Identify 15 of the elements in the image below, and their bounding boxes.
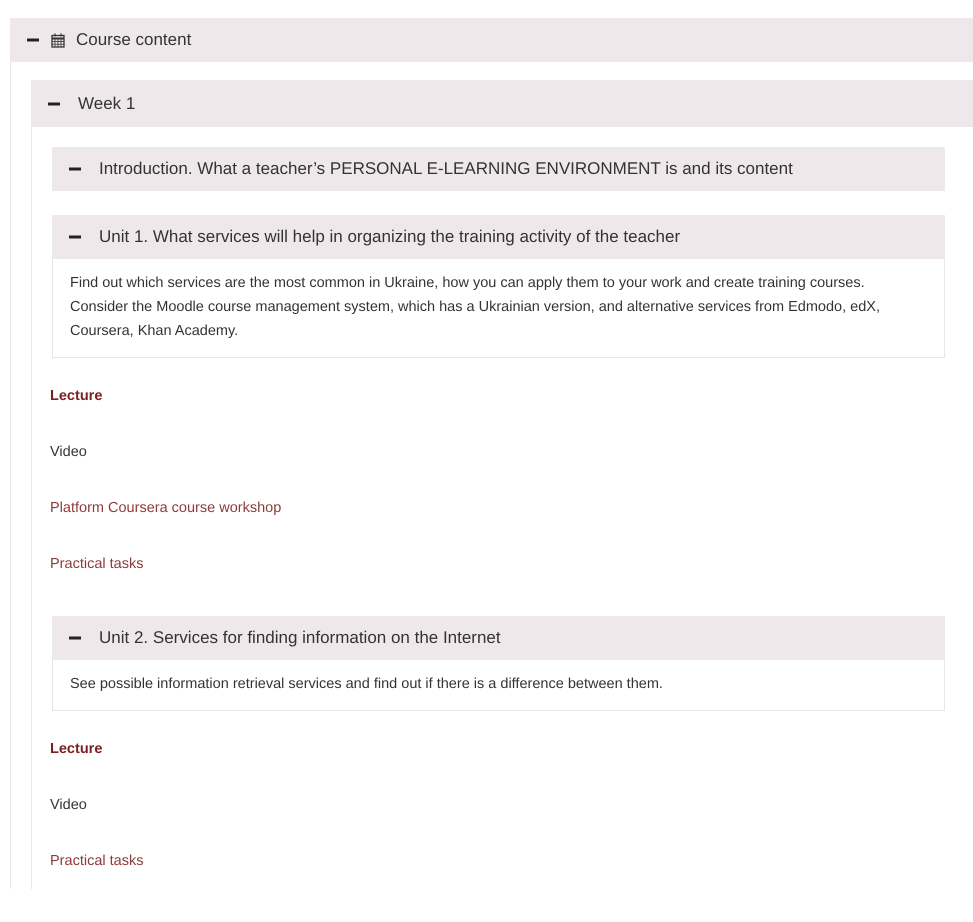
section-summary: See possible information retrieval services and find out if there is a difference between them.: [69, 675, 664, 694]
section-header[interactable]: Unit 2. Services for finding information on the Internet: [52, 616, 945, 660]
section-summary: Find out which services are the most common in Ukraine, how you can apply them to your work and create training courses. Consider the Moodle course management system, which has a Ukrainian version, and alternative services from Edmodo, edX, Coursera, Khan Academy.: [69, 274, 881, 341]
activity-label: Video: [50, 444, 87, 460]
section-header[interactable]: Week 1: [31, 80, 973, 127]
activity-link[interactable]: Platform Coursera course workshop: [50, 500, 282, 516]
calendar-icon: [51, 32, 65, 48]
activity-label: Video: [50, 797, 87, 813]
activity-link[interactable]: Practical tasks: [50, 853, 144, 869]
section-header[interactable]: Course content: [10, 18, 973, 62]
section-header[interactable]: Unit 1. What services will help in organizing the training activity of the teacher: [52, 215, 945, 259]
lecture-link[interactable]: Lecture: [50, 388, 102, 404]
activity-link[interactable]: Practical tasks: [50, 556, 144, 572]
section-header[interactable]: Introduction. What a teacher’s PERSONAL E-LEARNING ENVIRONMENT is and its content: [52, 147, 945, 191]
lecture-link[interactable]: Lecture: [50, 741, 102, 757]
